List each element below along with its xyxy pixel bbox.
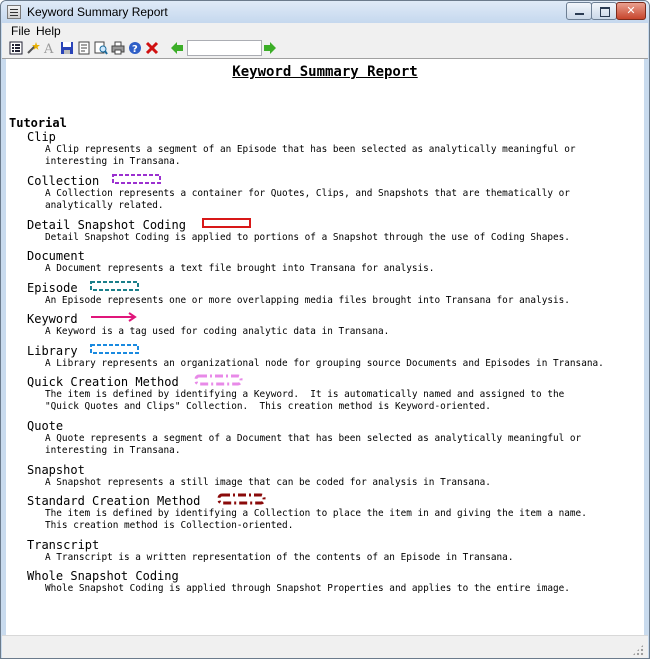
keyword-definition: A Snapshot represents a still image that… [45,477,491,488]
menu-file[interactable]: File [11,24,30,38]
keyword-definition: interesting in Transana. [45,445,181,456]
keyword-definition: A Keyword is a tag used for coding analy… [45,326,390,337]
detail-snapshot-coding-swatch [202,218,251,228]
save-icon[interactable] [60,41,74,55]
svg-text:?: ? [132,44,138,55]
keyword-name: Library [27,344,78,358]
keyword-definition: The item is defined by identifying a Col… [45,508,587,519]
keyword-name: Standard Creation Method [27,494,201,508]
wand-icon[interactable] [26,41,40,55]
maximize-button[interactable] [591,2,617,20]
library-swatch [90,344,139,354]
menu-bar: File Help [2,23,648,39]
close-window-button[interactable]: ✕ [616,2,646,20]
list-icon[interactable] [9,41,23,55]
collection-swatch [112,174,161,184]
keyword-definition: analytically related. [45,200,164,211]
keyword-definition: A Transcript is a written representation… [45,552,514,563]
report-content: Keyword Summary Report Tutorial Clip A C… [6,59,644,635]
keyword-definition: The item is defined by identifying a Key… [45,389,565,400]
keyword-name: Episode [27,281,78,295]
toolbar: A ? [2,39,648,59]
resize-grip-icon[interactable] [632,644,644,656]
keyword-definition: Detail Snapshot Coding is applied to por… [45,232,570,243]
keyword-name: Collection [27,174,100,188]
keyword-name: Snapshot [27,463,85,477]
minimize-button[interactable] [566,2,592,20]
keyword-name: Document [27,249,85,263]
quick-creation-method-swatch [194,374,243,386]
font-icon[interactable]: A [43,41,57,55]
navigation-input[interactable] [187,40,262,56]
keyword-name: Detail Snapshot Coding [27,218,186,232]
keyword-name: Clip [27,130,56,144]
keyword-definition: A Clip represents a segment of an Episod… [45,144,576,155]
keyword-name: Whole Snapshot Coding [27,569,179,583]
keyword-definition: This creation method is Collection-orien… [45,520,294,531]
keyword-name: Transcript [27,538,100,552]
keyword-arrow-swatch [91,312,137,322]
svg-text:A: A [43,42,54,55]
keyword-definition: An Episode represents one or more overla… [45,295,570,306]
section-title: Tutorial [9,116,67,130]
report-app-icon [7,5,21,19]
keyword-definition: interesting in Transana. [45,156,181,167]
keyword-definition: A Library represents an organizational n… [45,358,604,369]
keyword-definition: A Quote represents a segment of a Docume… [45,433,582,444]
forward-arrow-icon[interactable] [263,41,277,55]
keyword-definition: A Document represents a text file brough… [45,263,435,274]
title-bar[interactable]: Keyword Summary Report ✕ [1,1,649,23]
close-report-icon[interactable] [145,41,159,55]
back-arrow-icon[interactable] [170,41,184,55]
keyword-definition: Whole Snapshot Coding is applied through… [45,583,570,594]
window-title: Keyword Summary Report [27,5,168,19]
report-window: Keyword Summary Report ✕ File Help A ? K… [0,0,650,659]
keyword-name: Keyword [27,312,78,326]
report-title: Keyword Summary Report [232,64,418,80]
status-bar [2,635,648,658]
keyword-definition: "Quick Quotes and Clips" Collection. Thi… [45,401,491,412]
menu-help[interactable]: Help [36,24,61,38]
page-setup-icon[interactable] [77,41,91,55]
keyword-name: Quick Creation Method [27,375,179,389]
print-preview-icon[interactable] [94,41,108,55]
keyword-definition: A Collection represents a container for … [45,188,570,199]
keyword-name: Quote [27,419,64,433]
standard-creation-method-swatch [217,493,266,505]
help-icon[interactable]: ? [128,41,142,55]
episode-swatch [90,281,139,291]
print-icon[interactable] [111,41,125,55]
